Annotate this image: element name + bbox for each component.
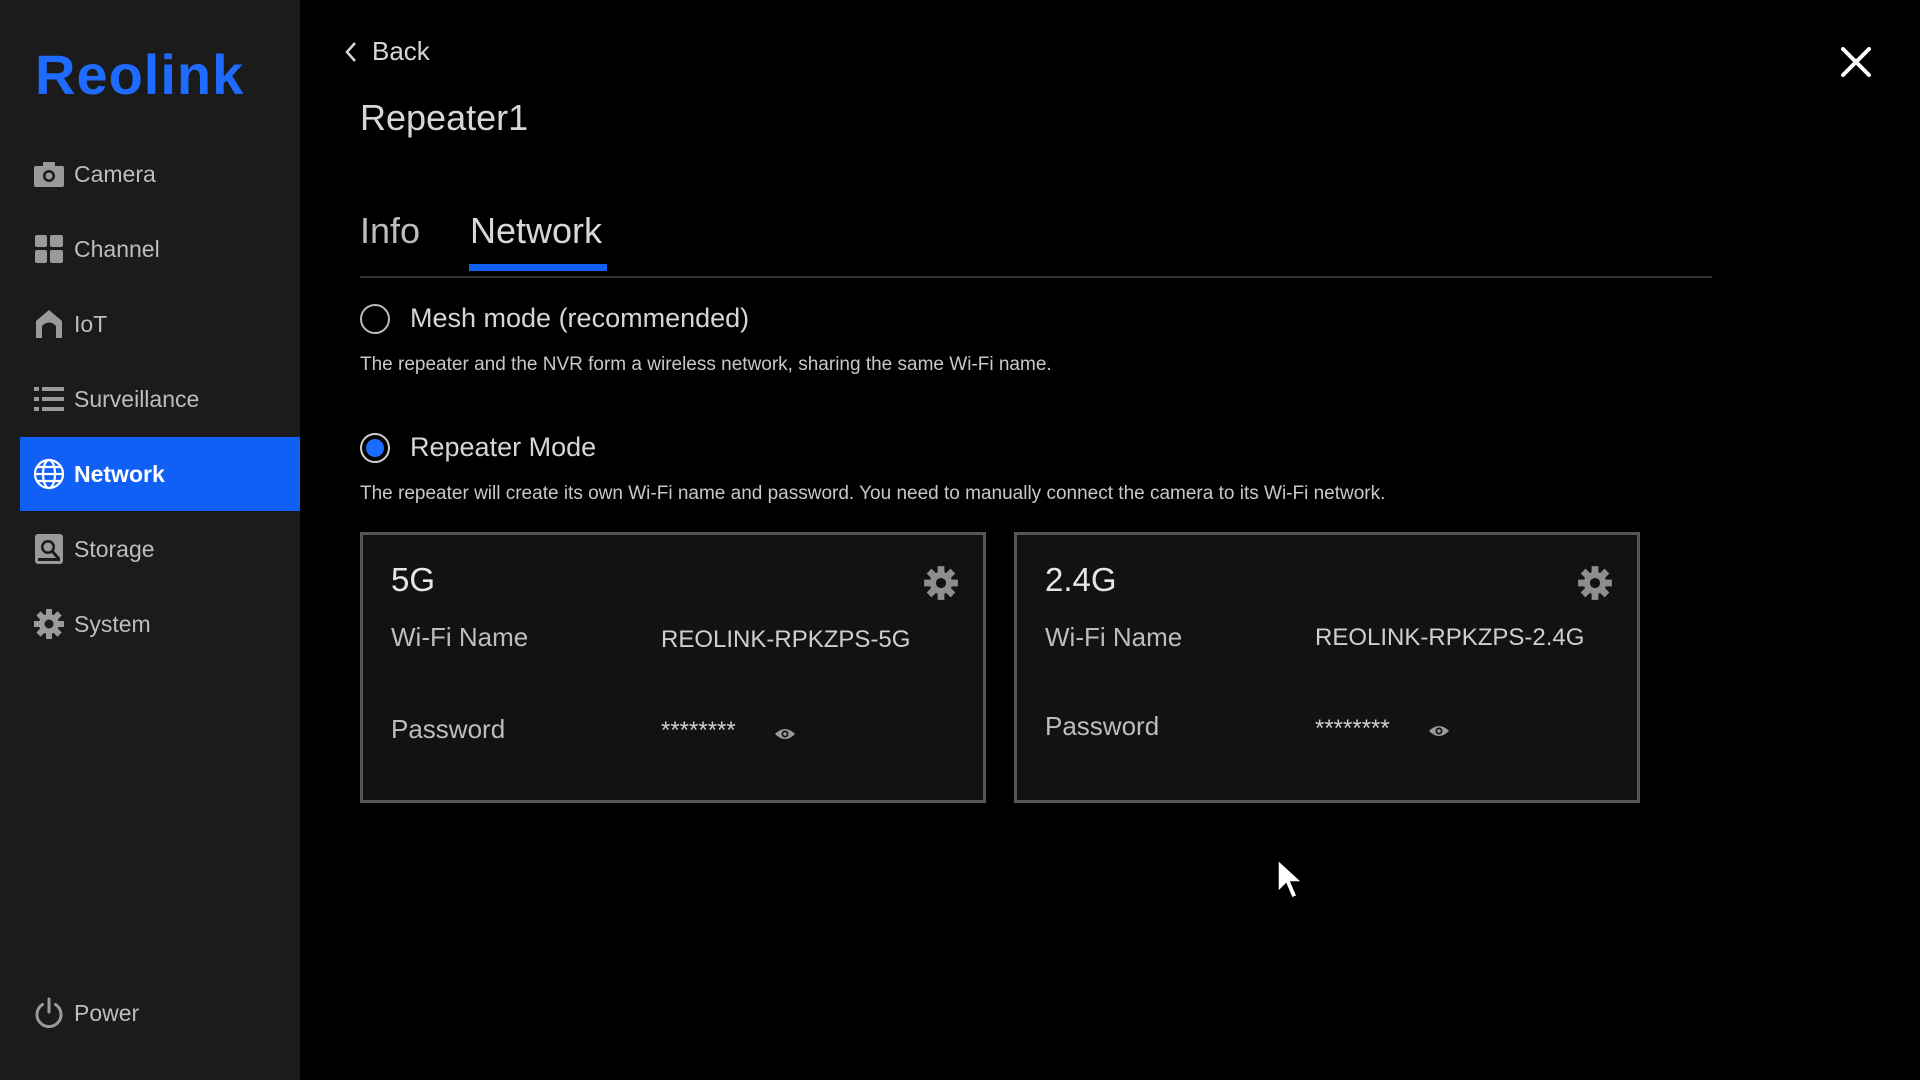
band-label: 5G [391,561,436,598]
password-label: Password [391,714,506,744]
power-label: Power [74,999,140,1026]
mesh-mode-radio-row[interactable]: Mesh mode (recommended) [360,303,1052,334]
mesh-mode-radio[interactable] [360,303,390,334]
wifi-name-value: REOLINK-RPKZPS-5G [661,626,911,653]
power-icon [33,997,65,1029]
mesh-mode-option: Mesh mode (recommended) The repeater and… [360,303,1052,376]
mouse-cursor [1276,858,1304,907]
gear-icon [1578,566,1612,600]
chevron-left-icon [345,41,356,62]
close-button[interactable] [1838,44,1874,80]
sidebar-item-label: Surveillance [74,385,200,412]
password-value: ******** [661,717,736,744]
sidebar-item-label: Channel [74,235,160,262]
mesh-mode-description: The repeater and the NVR form a wireless… [360,354,1052,375]
repeater-mode-radio-row[interactable]: Repeater Mode [360,432,1385,463]
list-icon [33,383,65,415]
tab-info[interactable]: Info [360,210,420,272]
repeater-mode-option: Repeater Mode The repeater will create i… [360,432,1385,505]
wifi-name-value: REOLINK-RPKZPS-2.4G [1315,624,1585,651]
tab-bar: Info Network [360,210,1712,278]
storage-icon [33,533,65,565]
sidebar-item-label: Storage [74,535,155,562]
tab-network[interactable]: Network [470,210,602,272]
password-label: Password [1045,711,1160,741]
power-button[interactable]: Power [20,978,280,1048]
show-password-button[interactable] [774,727,796,741]
wifi-name-label: Wi-Fi Name [1045,622,1183,652]
globe-icon [33,458,65,490]
sidebar-item-label: System [74,610,151,637]
gear-icon [33,608,65,640]
sidebar-nav: Camera Channel IoT Surveillance Network … [20,137,300,662]
sidebar-item-channel[interactable]: Channel [20,212,300,286]
app-window: Reolink Camera Channel IoT Surveillance … [0,0,1920,1080]
back-label: Back [372,36,430,66]
settings-button[interactable] [923,565,959,601]
repeater-mode-radio[interactable] [360,432,390,463]
password-value: ******** [1315,715,1390,742]
camera-icon [33,158,65,190]
band-label: 2.4G [1045,561,1117,598]
repeater-mode-description: The repeater will create its own Wi-Fi n… [360,483,1386,504]
eye-icon [775,729,795,739]
page-title: Repeater1 [360,97,529,138]
show-password-button[interactable] [1428,724,1450,738]
cursor-arrow-icon [1277,858,1304,899]
sidebar: Reolink Camera Channel IoT Surveillance … [0,0,300,1080]
grid-icon [33,233,65,265]
wifi-card-5g: 5G Wi-Fi Name REOLINK-RPKZPS-5G Password… [360,532,986,803]
close-icon [1841,47,1871,77]
sidebar-item-network[interactable]: Network [20,437,300,511]
repeater-mode-label: Repeater Mode [410,432,597,462]
house-icon [33,308,65,340]
sidebar-item-label: Network [74,460,165,487]
mesh-mode-label: Mesh mode (recommended) [410,303,750,333]
eye-icon [1429,726,1449,736]
gear-icon [924,566,958,600]
sidebar-item-label: Camera [74,160,156,187]
wifi-card-2-4g: 2.4G Wi-Fi Name REOLINK-RPKZPS-2.4G Pass… [1014,532,1640,803]
back-button[interactable]: Back [344,36,430,67]
sidebar-item-iot[interactable]: IoT [20,287,300,361]
sidebar-item-system[interactable]: System [20,587,300,661]
reolink-logo: Reolink [35,43,245,106]
sidebar-item-label: IoT [74,310,108,337]
wifi-name-label: Wi-Fi Name [391,622,529,652]
sidebar-item-surveillance[interactable]: Surveillance [20,362,300,436]
settings-button[interactable] [1577,565,1613,601]
sidebar-item-camera[interactable]: Camera [20,137,300,211]
sidebar-item-storage[interactable]: Storage [20,512,300,586]
active-tab-indicator [469,264,607,271]
